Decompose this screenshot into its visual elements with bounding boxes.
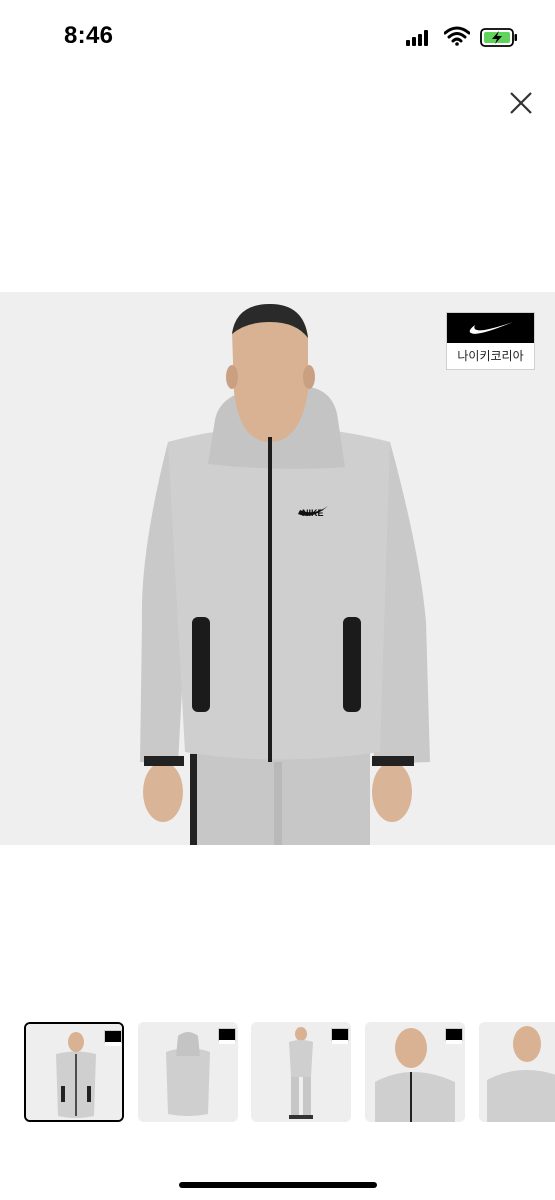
thumbnail-badge (104, 1030, 122, 1046)
battery-charging-icon (480, 28, 517, 47)
close-icon[interactable] (506, 88, 536, 118)
thumbnail-full-body[interactable] (251, 1022, 351, 1122)
thumbnail-strip[interactable] (0, 1022, 555, 1124)
product-photo: NIKE (140, 304, 430, 845)
thumbnail-badge (218, 1028, 236, 1044)
cellular-signal-icon (406, 30, 432, 46)
thumbnail-badge (445, 1028, 463, 1044)
thumbnail-badge (331, 1028, 349, 1044)
thumbnail-image (479, 1022, 555, 1122)
status-time: 8:46 (64, 22, 114, 49)
home-indicator[interactable] (179, 1182, 377, 1188)
nike-swoosh-icon (469, 322, 513, 334)
status-bar: 8:46 (0, 0, 555, 75)
nike-korea-badge: 나이키코리아 (446, 312, 535, 370)
wifi-icon (444, 26, 470, 46)
thumbnail-closeup[interactable] (365, 1022, 465, 1122)
thumbnail-back[interactable] (138, 1022, 238, 1122)
product-main-image[interactable]: NIKE 나이키코리아 (0, 292, 555, 845)
thumbnail-front[interactable] (24, 1022, 124, 1122)
badge-label: 나이키코리아 (457, 349, 524, 363)
thumbnail-side[interactable] (479, 1022, 555, 1122)
svg-text:NIKE: NIKE (302, 508, 324, 518)
